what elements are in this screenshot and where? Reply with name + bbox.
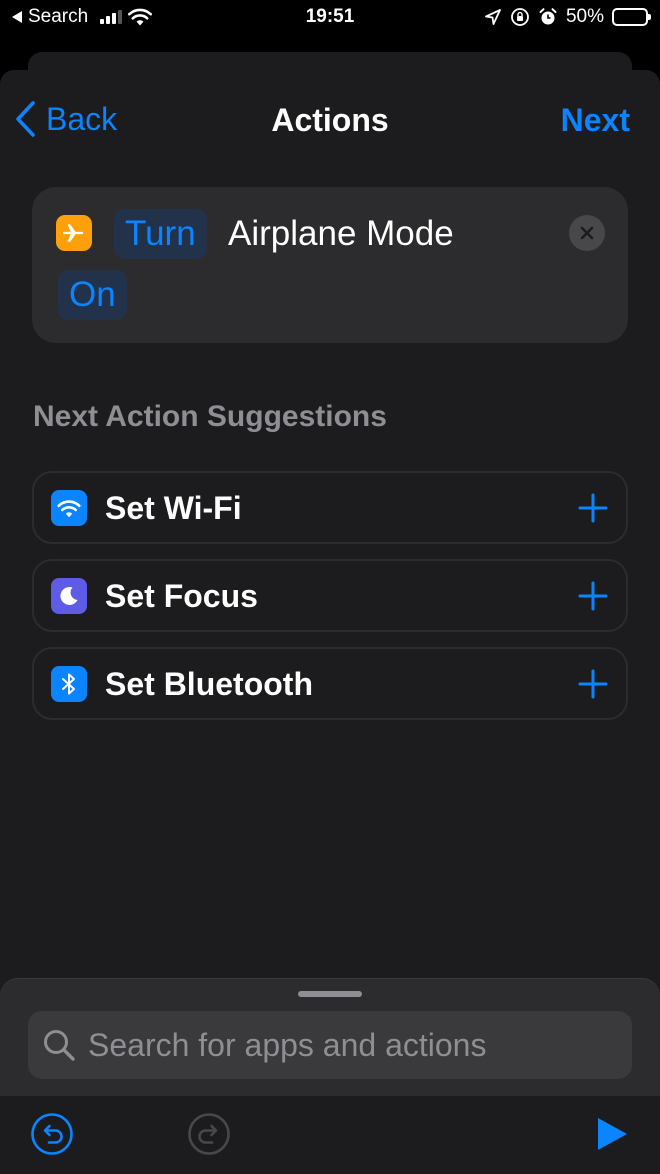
orientation-lock-icon xyxy=(511,8,529,26)
action-text: Airplane Mode xyxy=(228,214,454,253)
suggestion-set-wifi[interactable]: Set Wi-Fi xyxy=(32,471,628,544)
add-action-button[interactable] xyxy=(576,579,610,613)
back-label: Back xyxy=(46,100,118,137)
turn-parameter[interactable]: Turn xyxy=(114,209,207,259)
remove-action-button[interactable] xyxy=(569,215,605,251)
redo-icon xyxy=(188,1113,230,1155)
undo-icon xyxy=(31,1113,73,1155)
suggestion-label: Set Bluetooth xyxy=(105,666,313,702)
play-icon xyxy=(598,1118,627,1150)
next-button[interactable]: Next xyxy=(561,102,630,139)
action-card[interactable]: Turn Airplane Mode On xyxy=(32,187,628,343)
close-icon xyxy=(580,226,594,240)
state-parameter[interactable]: On xyxy=(58,270,127,320)
search-icon xyxy=(44,1030,75,1061)
status-bar: Search 19:51 50% xyxy=(0,0,660,40)
location-icon xyxy=(485,9,501,25)
battery-icon xyxy=(612,8,651,26)
screen: Search 19:51 50% Back Actions Next Turn … xyxy=(0,0,660,1174)
wifi-icon xyxy=(51,490,87,526)
back-button[interactable]: Back xyxy=(14,100,117,138)
bluetooth-icon xyxy=(51,666,87,702)
bottom-toolbar xyxy=(0,1096,660,1174)
plus-icon xyxy=(578,581,608,611)
airplane-icon xyxy=(56,215,92,251)
navigation-bar: Back Actions Next xyxy=(0,92,660,146)
suggestion-label: Set Focus xyxy=(105,578,258,614)
sheet-grabber[interactable] xyxy=(298,991,362,997)
plus-icon xyxy=(578,493,608,523)
suggestion-label: Set Wi-Fi xyxy=(105,490,242,526)
add-action-button[interactable] xyxy=(576,667,610,701)
alarm-icon xyxy=(539,8,557,25)
plus-icon xyxy=(578,669,608,699)
redo-button[interactable] xyxy=(187,1112,231,1156)
run-button[interactable] xyxy=(590,1112,634,1156)
search-input[interactable] xyxy=(76,1011,632,1079)
suggestions-header: Next Action Suggestions xyxy=(33,400,387,433)
moon-icon xyxy=(51,578,87,614)
chevron-left-icon xyxy=(16,101,35,137)
status-right: 50% xyxy=(484,6,651,28)
battery-percent: 50% xyxy=(565,6,604,27)
suggestion-set-focus[interactable]: Set Focus xyxy=(32,559,628,632)
search-bar[interactable] xyxy=(28,1011,632,1079)
suggestion-set-bluetooth[interactable]: Set Bluetooth xyxy=(32,647,628,720)
undo-button[interactable] xyxy=(30,1112,74,1156)
add-action-button[interactable] xyxy=(576,491,610,525)
